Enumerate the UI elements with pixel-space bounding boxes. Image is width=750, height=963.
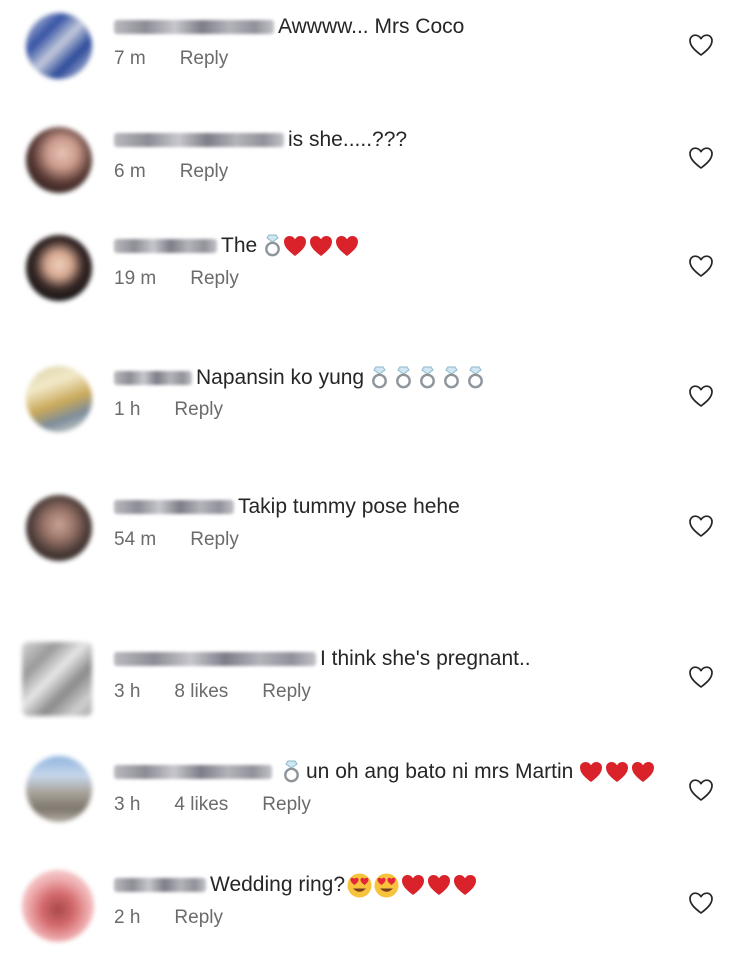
like-heart-icon[interactable] (688, 384, 714, 408)
username-redacted[interactable] (114, 133, 284, 147)
comment-time: 1 h (114, 399, 141, 420)
username-redacted[interactable] (114, 20, 274, 34)
red-heart-icon (631, 761, 655, 783)
ring-icon (395, 366, 412, 390)
avatar[interactable] (22, 870, 94, 942)
comment-text: The (221, 234, 258, 257)
avatar[interactable] (26, 13, 92, 79)
avatar[interactable] (22, 642, 92, 716)
avatar[interactable] (26, 127, 92, 193)
comment-8: Wedding ring? 2 h Reply (0, 856, 750, 946)
reply-button[interactable]: Reply (180, 48, 229, 70)
like-heart-icon[interactable] (688, 146, 714, 170)
like-heart-icon[interactable] (688, 665, 714, 689)
avatar[interactable] (26, 235, 92, 301)
username-redacted[interactable] (114, 239, 217, 253)
comment-text: Napansin ko yung (196, 366, 365, 389)
username-redacted[interactable] (114, 371, 192, 385)
like-heart-icon[interactable] (688, 778, 714, 802)
heart-eyes-icon (347, 873, 372, 898)
like-heart-icon[interactable] (688, 891, 714, 915)
comment-time: 19 m (114, 268, 157, 289)
red-heart-icon (401, 874, 425, 896)
reply-button[interactable]: Reply (174, 399, 223, 421)
avatar[interactable] (26, 756, 92, 822)
likes-count[interactable]: 8 likes (174, 681, 228, 703)
ring-icon (371, 366, 388, 390)
reply-button[interactable]: Reply (262, 794, 311, 816)
comment-time: 3 h (114, 794, 141, 815)
comment-text: un oh ang bato ni mrs Martin (306, 760, 574, 783)
comment-1: Awwww... Mrs Coco 7 m Reply (0, 0, 750, 90)
comment-5: Takip tummy pose hehe 54 m Reply (0, 479, 750, 569)
ring-icon (443, 366, 460, 390)
reply-button[interactable]: Reply (180, 161, 229, 183)
comment-text: I think she's pregnant.. (320, 647, 531, 670)
avatar[interactable] (26, 366, 92, 432)
comment-time: 54 m (114, 529, 157, 550)
red-heart-icon (335, 235, 359, 257)
comment-time: 7 m (114, 48, 146, 69)
red-heart-icon (309, 235, 333, 257)
comment-4: Napansin ko yung 1 h Reply (0, 350, 750, 440)
comment-2: is she.....??? 6 m Reply (0, 113, 750, 203)
comment-3: The 19 m Reply (0, 220, 750, 310)
reply-button[interactable]: Reply (190, 268, 239, 290)
red-heart-icon (579, 761, 603, 783)
comment-6: I think she's pregnant.. 3 h 8 likes Rep… (0, 630, 750, 720)
ring-icon (419, 366, 436, 390)
reply-button[interactable]: Reply (174, 907, 223, 929)
comment-text: is she.....??? (288, 128, 408, 151)
username-redacted[interactable] (114, 878, 206, 892)
reply-button[interactable]: Reply (262, 681, 311, 703)
comment-time: 6 m (114, 161, 146, 182)
likes-count[interactable]: 4 likes (174, 794, 228, 816)
username-redacted[interactable] (114, 500, 234, 514)
comment-time: 3 h (114, 681, 141, 702)
like-heart-icon[interactable] (688, 33, 714, 57)
ring-icon (283, 760, 300, 784)
like-heart-icon[interactable] (688, 514, 714, 538)
username-redacted[interactable] (114, 652, 316, 666)
comment-text: Wedding ring? (210, 873, 346, 896)
red-heart-icon (427, 874, 451, 896)
comment-text: Takip tummy pose hehe (238, 495, 460, 518)
red-heart-icon (453, 874, 477, 896)
red-heart-icon (283, 235, 307, 257)
ring-icon (264, 234, 281, 258)
like-heart-icon[interactable] (688, 254, 714, 278)
heart-eyes-icon (374, 873, 399, 898)
reply-button[interactable]: Reply (190, 529, 239, 551)
avatar[interactable] (26, 495, 92, 561)
red-heart-icon (605, 761, 629, 783)
ring-icon (467, 366, 484, 390)
comment-7: un oh ang bato ni mrs Martin 3 h 4 likes… (0, 743, 750, 833)
username-redacted[interactable] (114, 765, 272, 779)
comment-text: Awwww... Mrs Coco (278, 15, 465, 38)
comment-time: 2 h (114, 907, 141, 928)
